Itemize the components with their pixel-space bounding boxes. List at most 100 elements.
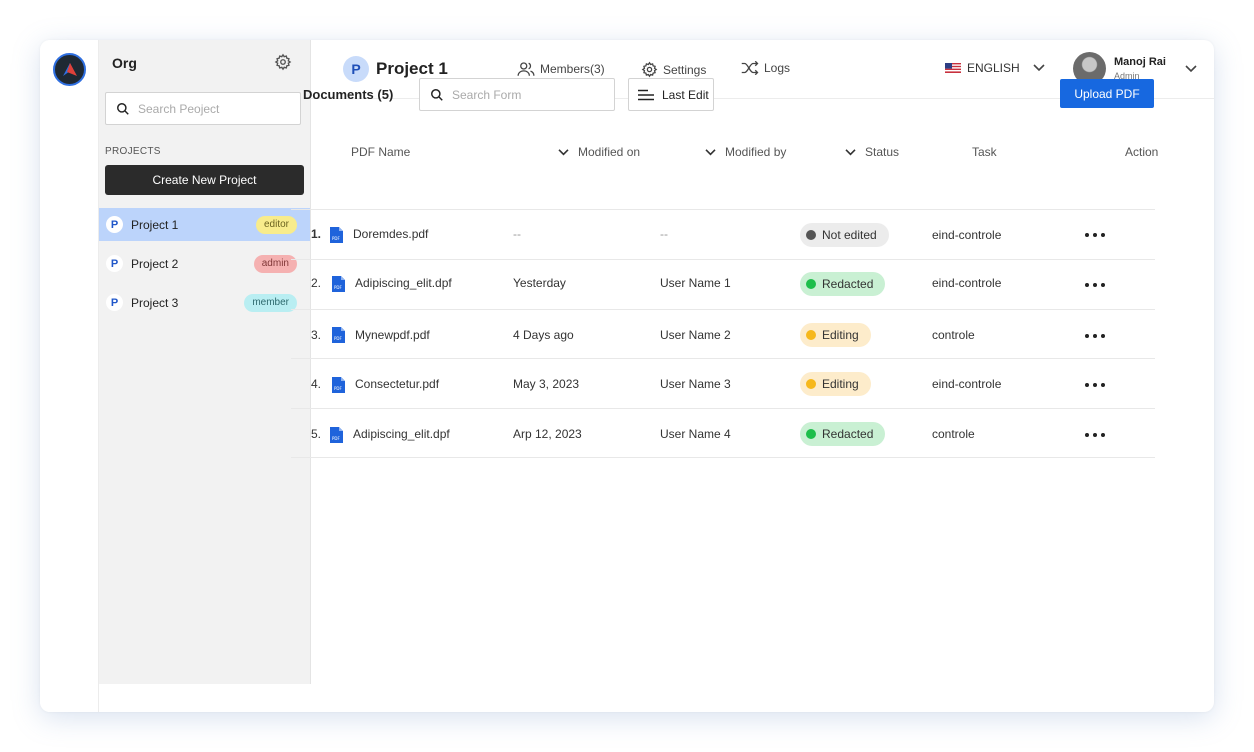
language-selector[interactable]: ENGLISH xyxy=(945,61,1046,75)
language-label: ENGLISH xyxy=(967,61,1020,75)
column-label: Modified on xyxy=(578,145,641,159)
project-sidebar: Org PROJECTS Create New Project P Projec… xyxy=(99,40,311,684)
svg-text:PDF: PDF xyxy=(334,336,342,341)
search-icon xyxy=(431,88,443,101)
chevron-down-icon xyxy=(1033,64,1045,72)
table-row[interactable]: 3. PDF Mynewpdf.pdf 4 Days ago User Name… xyxy=(291,309,1155,359)
members-link[interactable]: Members(3) xyxy=(517,61,605,77)
members-label: Members(3) xyxy=(540,62,605,76)
logs-label: Logs xyxy=(764,61,791,75)
chevron-down-icon[interactable] xyxy=(1184,64,1198,74)
search-icon xyxy=(117,102,129,115)
status-dot xyxy=(806,429,816,439)
sidebar-item-project-3[interactable]: P Project 3 member xyxy=(99,286,310,319)
status-dot xyxy=(806,379,816,389)
more-actions-icon[interactable] xyxy=(1085,277,1105,293)
table-row[interactable]: 4. PDF Consectetur.pdf May 3, 2023 User … xyxy=(291,358,1155,408)
column-label: Action xyxy=(1125,145,1159,159)
settings-label: Settings xyxy=(663,62,707,77)
table-row[interactable]: 5. PDF Adipiscing_elit.dpf Arp 12, 2023 … xyxy=(291,408,1155,458)
logs-link[interactable]: Logs xyxy=(741,61,790,75)
column-header-status[interactable]: Status xyxy=(844,145,899,159)
more-actions-icon[interactable] xyxy=(1085,427,1105,443)
more-actions-icon[interactable] xyxy=(1085,377,1105,393)
svg-text:PDF: PDF xyxy=(332,236,340,241)
sort-button[interactable]: Last Edit xyxy=(628,78,714,111)
pdf-file-icon: PDF xyxy=(332,377,345,393)
sort-lines-icon xyxy=(638,89,654,100)
row-number: 3. xyxy=(311,328,322,342)
pdf-file-icon: PDF xyxy=(332,276,345,292)
project-name: Project 3 xyxy=(131,295,179,310)
status-badge: Not edited xyxy=(800,223,889,247)
chevron-down-icon xyxy=(705,148,716,155)
pdf-file-icon: PDF xyxy=(332,327,345,343)
modified-by: User Name 1 xyxy=(660,276,731,290)
column-header-action: Action xyxy=(1125,145,1158,159)
form-search-field[interactable] xyxy=(419,78,615,111)
pdf-name[interactable]: Doremdes.pdf xyxy=(353,227,428,241)
sidebar-item-project-1[interactable]: P Project 1 editor xyxy=(99,208,310,241)
chevron-down-icon xyxy=(845,148,856,155)
app-logo-icon[interactable] xyxy=(53,53,86,86)
project-avatar: P xyxy=(106,294,123,311)
upload-pdf-button[interactable]: Upload PDF xyxy=(1060,79,1154,108)
org-title: Org xyxy=(112,55,137,71)
status-label: Redacted xyxy=(822,427,874,441)
project-avatar: P xyxy=(106,255,123,272)
pdf-file-icon: PDF xyxy=(330,227,343,243)
modified-on: May 3, 2023 xyxy=(513,377,580,391)
status-label: Not edited xyxy=(822,228,877,242)
create-project-button[interactable]: Create New Project xyxy=(105,165,304,195)
gear-icon[interactable] xyxy=(274,53,292,71)
pdf-name[interactable]: Consectetur.pdf xyxy=(355,377,439,391)
chevron-down-icon xyxy=(558,148,569,155)
more-actions-icon[interactable] xyxy=(1085,328,1105,344)
form-search-input[interactable] xyxy=(452,87,602,102)
us-flag-icon xyxy=(945,63,961,73)
task-name: controle xyxy=(932,427,975,441)
gear-icon xyxy=(641,61,658,78)
projects-section-label: PROJECTS xyxy=(105,146,161,157)
pdf-name[interactable]: Adipiscing_elit.dpf xyxy=(355,276,452,290)
pdf-name[interactable]: Mynewpdf.pdf xyxy=(355,328,430,342)
pdf-name[interactable]: Adipiscing_elit.dpf xyxy=(353,427,450,441)
task-name: eind-controle xyxy=(932,276,1002,290)
sidebar-item-project-2[interactable]: P Project 2 admin xyxy=(99,247,310,280)
column-header-pdf-name[interactable]: PDF Name xyxy=(351,145,410,159)
svg-text:PDF: PDF xyxy=(334,386,342,391)
more-actions-icon[interactable] xyxy=(1085,227,1105,243)
modified-on: 4 Days ago xyxy=(513,328,574,342)
status-badge: Editing xyxy=(800,323,871,347)
role-badge: member xyxy=(244,293,297,312)
row-number: 4. xyxy=(311,377,322,391)
pdf-file-icon: PDF xyxy=(330,427,343,443)
project-search-field[interactable] xyxy=(105,92,301,125)
status-label: Redacted xyxy=(822,277,874,291)
task-name: eind-controle xyxy=(932,377,1002,391)
column-header-modified-by[interactable]: Modified by xyxy=(704,145,786,159)
modified-on: Arp 12, 2023 xyxy=(513,427,582,441)
modified-by: User Name 4 xyxy=(660,427,731,441)
settings-link[interactable]: Settings xyxy=(641,61,706,78)
column-label: PDF Name xyxy=(351,145,411,159)
task-name: eind-controle xyxy=(932,228,1002,242)
column-header-modified-on[interactable]: Modified on xyxy=(557,145,640,159)
sort-label: Last Edit xyxy=(662,87,709,102)
table-row[interactable]: 2. PDF Adipiscing_elit.dpf Yesterday Use… xyxy=(291,259,1155,309)
modified-on: Yesterday xyxy=(513,276,566,290)
modified-by: -- xyxy=(660,227,668,241)
column-header-task: Task xyxy=(972,145,997,159)
status-label: Editing xyxy=(822,377,859,391)
modified-by: User Name 2 xyxy=(660,328,731,342)
project-search-input[interactable] xyxy=(138,101,288,116)
status-badge: Redacted xyxy=(800,422,886,446)
table-row[interactable]: 1. PDF Doremdes.pdf -- -- Not edited ein… xyxy=(291,209,1155,259)
status-dot xyxy=(806,279,816,289)
row-number: 1. xyxy=(311,227,322,241)
row-number: 5. xyxy=(311,427,322,441)
modified-by: User Name 3 xyxy=(660,377,731,391)
status-dot xyxy=(806,330,816,340)
column-label: Task xyxy=(972,145,997,159)
user-name: Manoj Rai xyxy=(1114,56,1166,68)
